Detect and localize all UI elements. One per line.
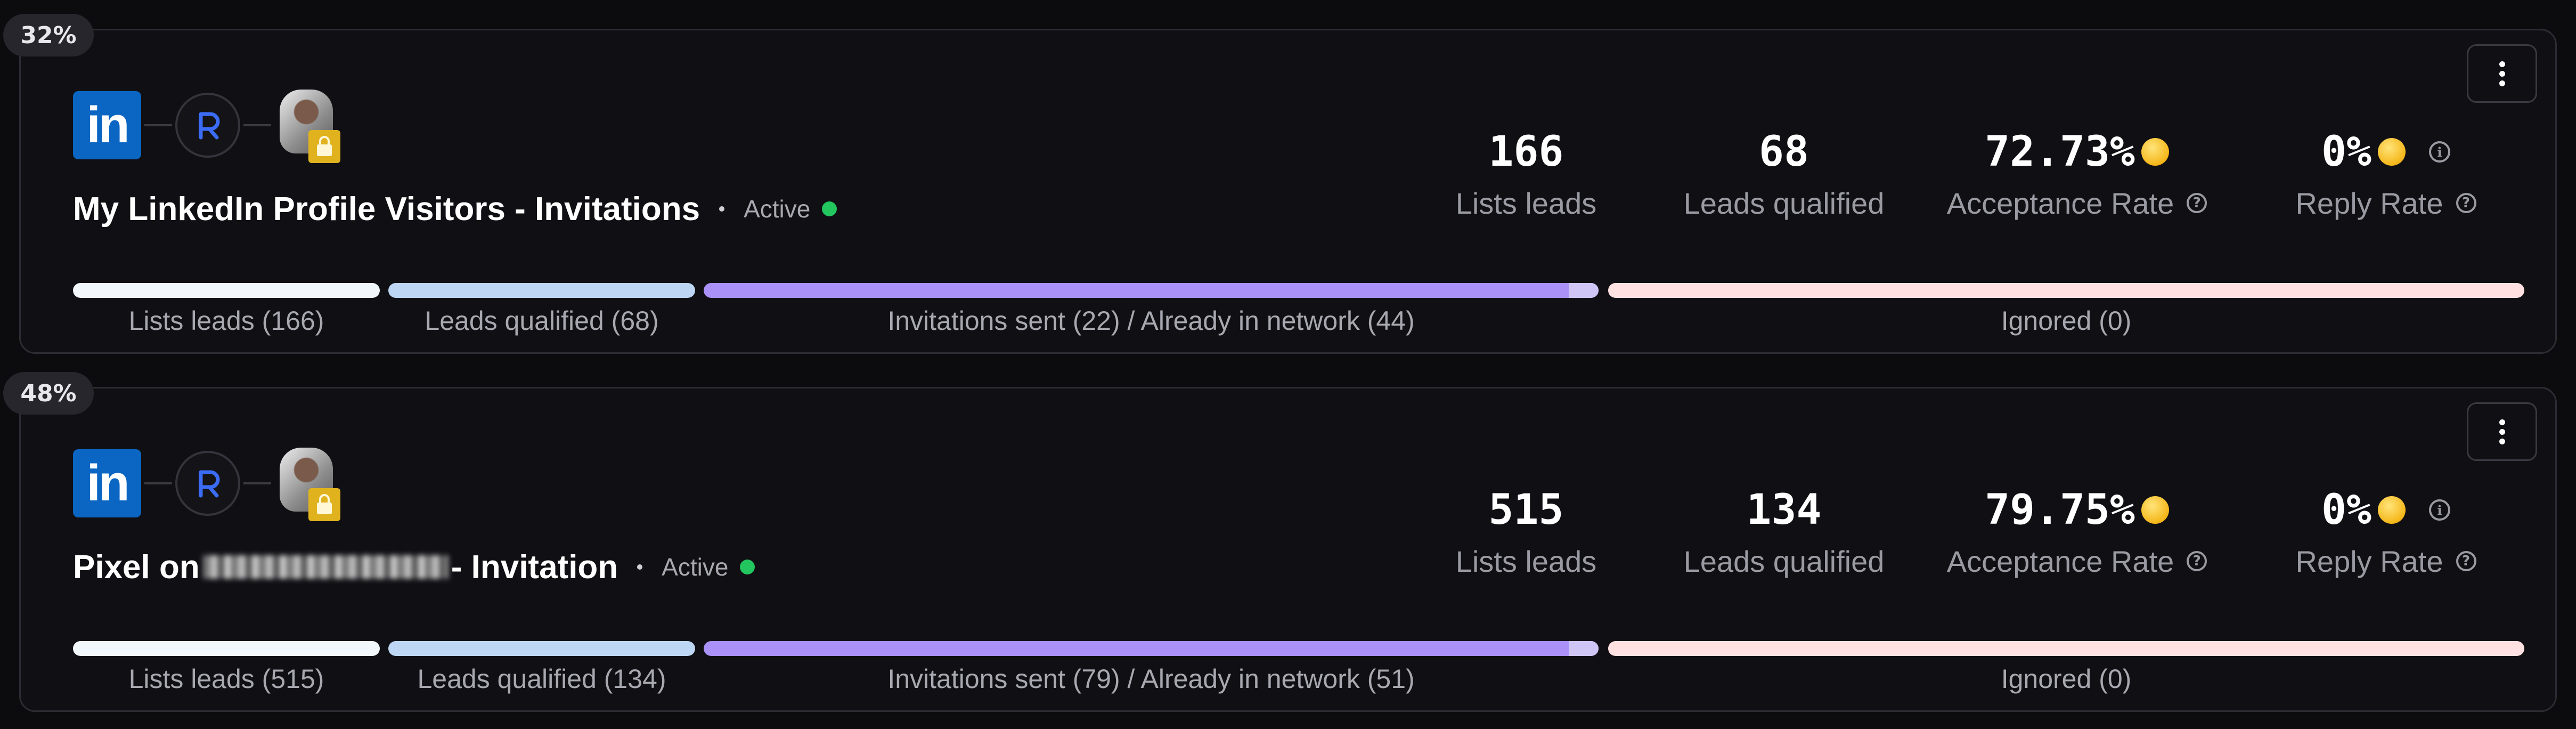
confused-emoji-icon bbox=[2377, 496, 2406, 524]
stat-acceptance-rate: 72.73% Acceptance Rate? bbox=[1928, 126, 2226, 224]
help-icon[interactable]: ? bbox=[2456, 193, 2476, 213]
stat-reply-rate: 0% i Reply Rate? bbox=[2274, 126, 2498, 224]
star-struck-emoji-icon bbox=[2141, 138, 2169, 166]
r-logo-icon bbox=[175, 93, 240, 158]
progress-label-lists-leads: Lists leads (515) bbox=[128, 664, 324, 694]
confused-emoji-icon bbox=[2377, 138, 2406, 166]
stat-value: 166 bbox=[1488, 128, 1564, 176]
separator-dot bbox=[719, 206, 725, 212]
progress-label-invitations: Invitations sent (22) / Already in netwo… bbox=[887, 306, 1415, 336]
campaign-title[interactable]: My LinkedIn Profile Visitors - Invitatio… bbox=[73, 190, 700, 228]
stat-value: 72.73% bbox=[1985, 128, 2135, 176]
connector-line bbox=[144, 124, 172, 126]
campaign-icons: in bbox=[73, 446, 343, 521]
connector-line bbox=[144, 482, 172, 484]
progress-bar-invitations bbox=[704, 283, 1599, 298]
stat-label: Lists leads bbox=[1455, 186, 1597, 220]
avatar bbox=[274, 443, 343, 523]
stat-value: 515 bbox=[1488, 486, 1564, 534]
progress-label-invitations: Invitations sent (79) / Already in netwo… bbox=[887, 664, 1415, 694]
stat-lists-leads: 515 Lists leads bbox=[1414, 484, 1638, 582]
progress-bar-lists-leads bbox=[73, 283, 380, 298]
progress-label-leads-qualified: Leads qualified (68) bbox=[425, 306, 659, 336]
connector-line bbox=[243, 482, 271, 484]
progress-percent-badge: 48% bbox=[3, 372, 94, 415]
status-active-dot bbox=[822, 201, 837, 216]
stat-value: 0% bbox=[2321, 128, 2371, 176]
progress-label-ignored: Ignored (0) bbox=[2001, 306, 2132, 336]
stat-leads-qualified: 68 Leads qualified bbox=[1661, 126, 1906, 224]
help-icon[interactable]: ? bbox=[2187, 193, 2207, 213]
stat-value: 79.75% bbox=[1985, 486, 2135, 534]
connector-line bbox=[243, 124, 271, 126]
progress-bar-ignored bbox=[1608, 283, 2524, 298]
redacted-name bbox=[202, 555, 448, 579]
progress-percent-badge: 32% bbox=[3, 14, 94, 56]
stat-value: 134 bbox=[1746, 486, 1822, 534]
stat-acceptance-rate: 79.75% Acceptance Rate? bbox=[1928, 484, 2226, 582]
progress-bar-ignored bbox=[1608, 641, 2524, 656]
stat-value: 68 bbox=[1759, 128, 1809, 176]
progress-bar-leads-qualified bbox=[388, 641, 695, 656]
campaign-title-suffix[interactable]: - Invitation bbox=[451, 548, 618, 586]
status-label: Active bbox=[662, 553, 729, 581]
campaign-card[interactable]: in Pixel on - Invitation Active 515 List… bbox=[19, 387, 2557, 712]
stat-reply-rate: 0% i Reply Rate? bbox=[2274, 484, 2498, 582]
stat-label: Acceptance Rate bbox=[1946, 186, 2174, 220]
help-icon[interactable]: ? bbox=[2456, 551, 2476, 571]
more-options-button[interactable] bbox=[2467, 44, 2537, 103]
progress-label-ignored: Ignored (0) bbox=[2001, 664, 2132, 694]
stat-label: Lists leads bbox=[1455, 544, 1597, 578]
help-icon[interactable]: ? bbox=[2187, 551, 2207, 571]
campaign-icons: in bbox=[73, 88, 343, 163]
campaign-title-row: My LinkedIn Profile Visitors - Invitatio… bbox=[73, 185, 837, 233]
stat-label: Leads qualified bbox=[1683, 186, 1885, 220]
stat-value: 0% bbox=[2321, 486, 2371, 534]
progress-bar-leads-qualified bbox=[388, 283, 695, 298]
linkedin-icon: in bbox=[73, 449, 141, 517]
lock-icon bbox=[308, 488, 340, 521]
stat-lists-leads: 166 Lists leads bbox=[1414, 126, 1638, 224]
progress-label-lists-leads: Lists leads (166) bbox=[128, 306, 324, 336]
progress-bar-lists-leads bbox=[73, 641, 380, 656]
status-active-dot bbox=[740, 560, 755, 574]
stat-leads-qualified: 134 Leads qualified bbox=[1661, 484, 1906, 582]
stat-label: Acceptance Rate bbox=[1946, 544, 2174, 578]
campaign-card[interactable]: in My LinkedIn Profile Visitors - Invita… bbox=[19, 29, 2557, 354]
star-struck-emoji-icon bbox=[2141, 496, 2169, 524]
more-options-button[interactable] bbox=[2467, 402, 2537, 461]
progress-bar-invitations bbox=[704, 641, 1599, 656]
status-label: Active bbox=[744, 195, 811, 223]
progress-label-leads-qualified: Leads qualified (134) bbox=[417, 664, 666, 694]
stat-label: Reply Rate bbox=[2295, 544, 2443, 578]
stat-label: Leads qualified bbox=[1683, 544, 1885, 578]
campaign-title-prefix[interactable]: Pixel on bbox=[73, 548, 200, 586]
linkedin-icon: in bbox=[73, 91, 141, 159]
campaign-title-row: Pixel on - Invitation Active bbox=[73, 543, 755, 591]
info-icon[interactable]: i bbox=[2428, 141, 2450, 163]
separator-dot bbox=[637, 564, 643, 570]
avatar bbox=[274, 85, 343, 165]
stat-label: Reply Rate bbox=[2295, 186, 2443, 220]
lock-icon bbox=[308, 130, 340, 163]
info-icon[interactable]: i bbox=[2428, 499, 2450, 521]
r-logo-icon bbox=[175, 451, 240, 516]
